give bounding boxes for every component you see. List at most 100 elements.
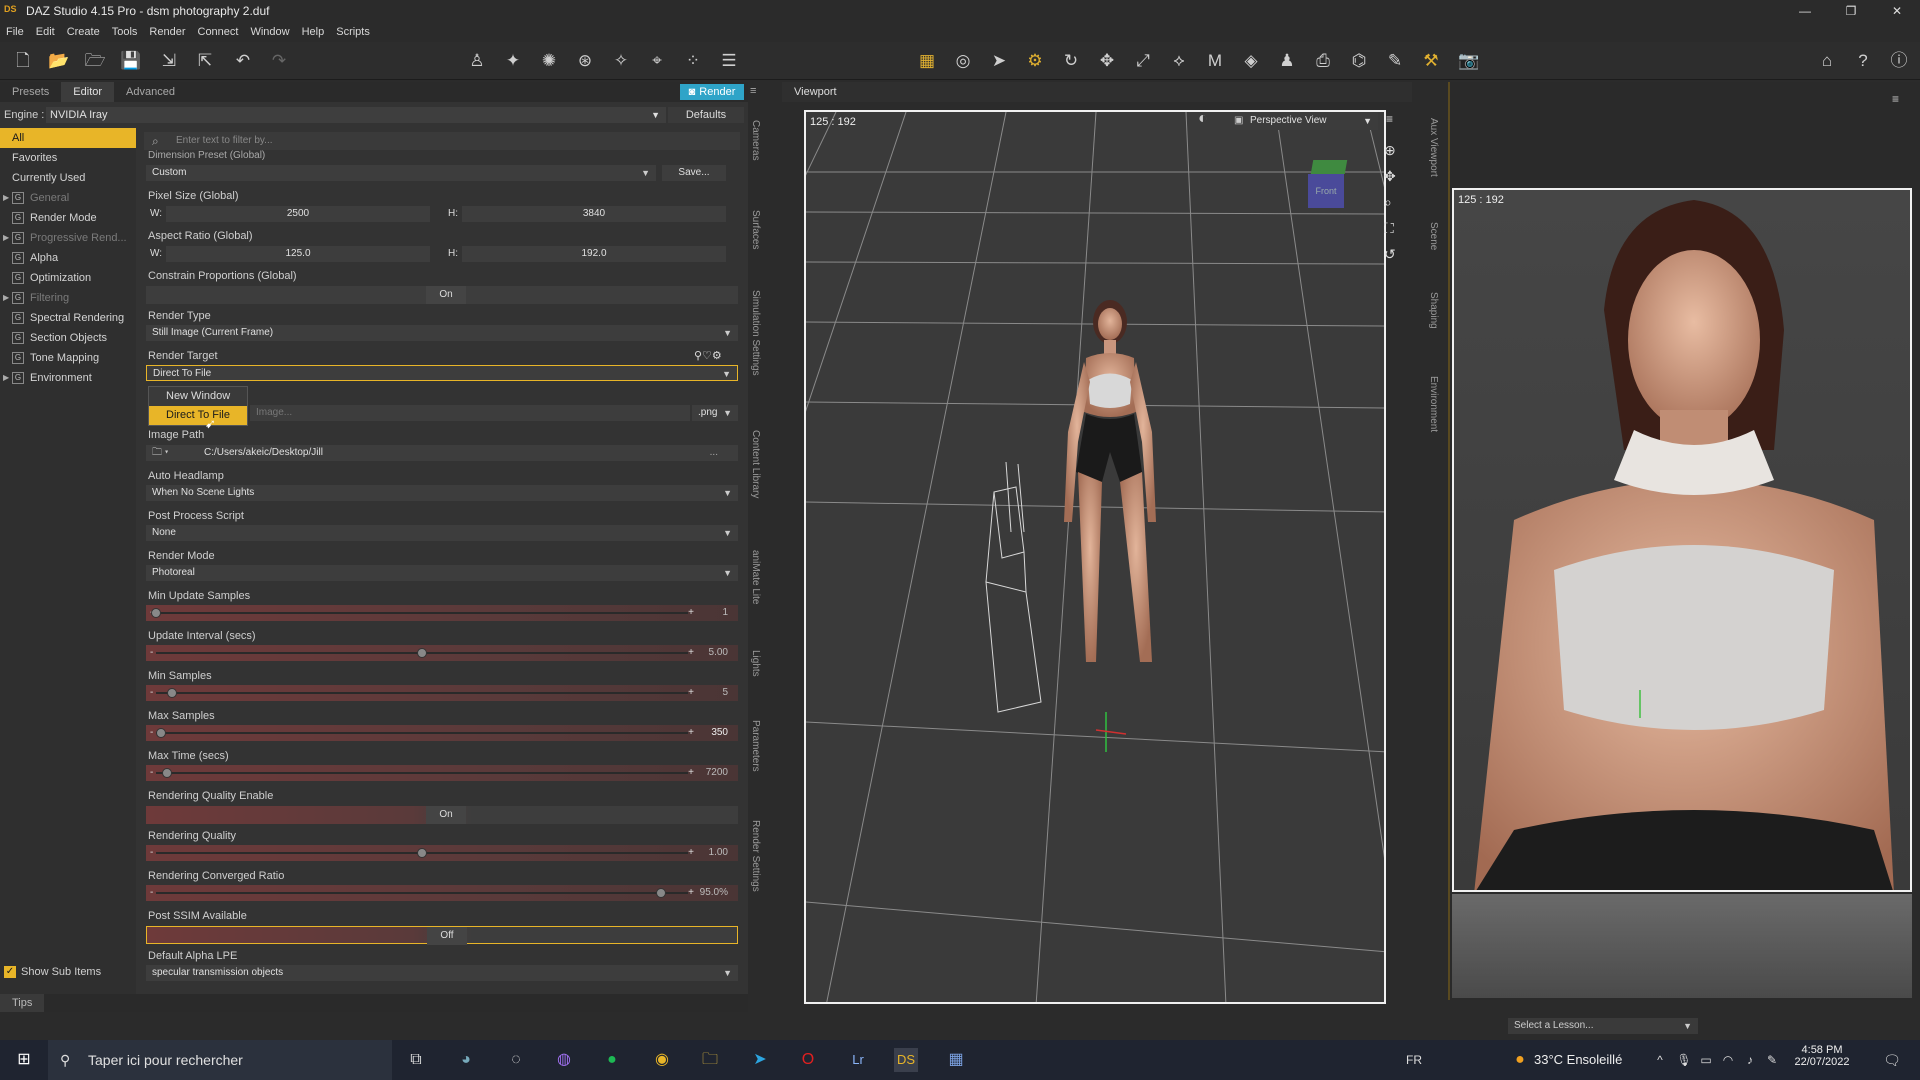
node-select-icon[interactable]: ◎ (952, 50, 974, 72)
whats-this-icon[interactable]: ? (1852, 50, 1874, 72)
expand-arrow-icon[interactable]: ▶ (3, 188, 9, 208)
tab-advanced[interactable]: Advanced (114, 82, 187, 102)
slider-knob[interactable] (151, 608, 161, 618)
pixel-width-input[interactable]: 2500 (166, 206, 430, 222)
brush-tool-icon[interactable]: ✎ (1384, 50, 1406, 72)
microphone-icon[interactable]: 🎙 (1672, 1048, 1696, 1072)
pan-icon[interactable]: ✥ (1384, 168, 1396, 185)
category-item[interactable]: G Render Mode (0, 208, 136, 228)
file-explorer-icon[interactable]: 🗀 (698, 1048, 722, 1072)
checkbox-checked-icon[interactable]: ✓ (4, 966, 16, 978)
slider-knob[interactable] (161, 768, 172, 778)
camera-create-icon[interactable]: ⌖ (646, 50, 668, 72)
distant-light-icon[interactable]: ✧ (610, 50, 632, 72)
category-item[interactable]: Favorites (0, 148, 136, 168)
telegram-icon[interactable]: ➤ (748, 1048, 772, 1072)
menu-connect[interactable]: Connect (198, 26, 239, 38)
ssim-toggle[interactable]: Off (146, 926, 738, 945)
slider-knob[interactable] (417, 648, 427, 658)
category-item[interactable]: G Alpha (0, 248, 136, 268)
menu-window[interactable]: Window (250, 26, 289, 38)
calculator-icon[interactable]: ▦ (944, 1048, 968, 1072)
expand-arrow-icon[interactable]: ▶ (3, 228, 9, 248)
show-sub-items[interactable]: ✓ Show Sub Items (4, 966, 101, 978)
side-tab-right[interactable]: Aux Viewport (1428, 118, 1439, 177)
render-camera-icon[interactable]: 📷 (1458, 50, 1480, 72)
view-cube-front[interactable]: Front (1308, 174, 1344, 208)
lesson-select[interactable]: Select a Lesson... ▼ (1508, 1018, 1698, 1034)
null-icon[interactable]: ⁘ (682, 50, 704, 72)
category-item[interactable]: All (0, 128, 136, 148)
help-icon[interactable]: ⓘ (1888, 50, 1910, 72)
chrome-icon[interactable]: ◉ (650, 1048, 674, 1072)
update-interval-value[interactable]: 5.00 (709, 645, 728, 661)
category-item[interactable]: G Spectral Rendering (0, 308, 136, 328)
browse-button[interactable]: ... (710, 445, 718, 461)
side-tab-right[interactable]: Scene (1428, 222, 1439, 250)
save-icon[interactable]: 💾 (120, 50, 142, 72)
slider-knob[interactable] (417, 848, 427, 858)
minus-icon[interactable]: - (150, 725, 153, 741)
messenger-icon[interactable]: ◍ (552, 1048, 576, 1072)
render-settings-icon[interactable]: ⚒ (1420, 50, 1442, 72)
slider-knob[interactable] (156, 728, 167, 738)
task-view-icon[interactable]: ⧉ (404, 1048, 428, 1072)
pane-menu-icon[interactable]: ≡ (750, 85, 756, 97)
rotate-tool-icon[interactable]: ↻ (1060, 50, 1082, 72)
spotlight-icon[interactable]: ✦ (502, 50, 524, 72)
menu-edit[interactable]: Edit (36, 26, 55, 38)
joint-tool-icon[interactable]: ⟡ (1168, 50, 1190, 72)
viewport-tab[interactable]: Viewport (794, 86, 837, 98)
tray-chevron-icon[interactable]: ^ (1648, 1048, 1672, 1072)
notification-icon[interactable]: 🗨 (1880, 1048, 1904, 1072)
orbit-icon[interactable]: ⊕ (1384, 142, 1396, 159)
side-tab-left[interactable]: Parameters (750, 720, 761, 772)
category-item[interactable]: G Optimization (0, 268, 136, 288)
render-button[interactable]: ◙ Render (680, 84, 744, 100)
view-cube[interactable]: Front (1304, 160, 1350, 216)
minus-icon[interactable]: - (150, 685, 153, 701)
pointer-icon[interactable]: ➤ (988, 50, 1010, 72)
plus-icon[interactable]: + (688, 765, 694, 781)
viewport-canvas[interactable] (804, 110, 1386, 1004)
defaults-button[interactable]: Defaults (668, 107, 744, 123)
menu-scripts[interactable]: Scripts (336, 26, 370, 38)
viewport-menu-icon[interactable]: ≡ (1386, 112, 1393, 126)
plus-icon[interactable]: + (688, 645, 694, 661)
prop-wireframe[interactable] (985, 461, 1042, 713)
slider-knob[interactable] (166, 688, 177, 698)
wifi-icon[interactable]: ◠ (1716, 1048, 1740, 1072)
min-update-value[interactable]: 1 (722, 605, 728, 621)
category-item[interactable]: ▶ G Filtering (0, 288, 136, 308)
min-samples-value[interactable]: 5 (722, 685, 728, 701)
pixel-height-input[interactable]: 3840 (462, 206, 726, 222)
aux-menu-icon[interactable]: ≡ (1892, 92, 1899, 106)
side-tab-left[interactable]: Simulation Settings (750, 290, 761, 376)
filter-input[interactable]: ⌕ Enter text to filter by... (144, 132, 740, 150)
tab-editor[interactable]: Editor (61, 82, 115, 102)
conv-value[interactable]: 95.0% (700, 885, 728, 901)
favorite-icons[interactable]: ⚲♡⚙ (694, 349, 722, 362)
volume-icon[interactable]: ♪ (1738, 1048, 1762, 1072)
update-interval-slider[interactable]: - +5.00 (146, 645, 738, 661)
undo-icon[interactable]: ↶ (232, 50, 254, 72)
draw-style-icon[interactable]: ◐ (1198, 110, 1208, 128)
new-file-icon[interactable]: 🗋 (12, 50, 34, 72)
lightroom-icon[interactable]: Lr (846, 1048, 870, 1072)
rq-enable-toggle[interactable]: On (146, 806, 738, 824)
battery-icon[interactable]: ▭ (1694, 1048, 1718, 1072)
category-item[interactable]: ▶ G Environment (0, 368, 136, 388)
view-cube-top[interactable] (1310, 160, 1348, 174)
plus-icon[interactable]: + (688, 845, 694, 861)
scale-tool-icon[interactable]: ⤢ (1132, 50, 1154, 72)
opera-icon[interactable]: O (796, 1048, 820, 1072)
save-preset-button[interactable]: Save... (662, 165, 726, 181)
app-icon-2[interactable]: ◌ (504, 1048, 528, 1072)
spot-render-icon[interactable]: ⌬ (1348, 50, 1370, 72)
frame-icon[interactable]: ⛶ (1384, 220, 1394, 237)
menu-lines-icon[interactable]: ☰ (718, 50, 740, 72)
minus-icon[interactable]: - (150, 645, 153, 661)
render-target-select[interactable]: Direct To File ▼ (146, 365, 738, 381)
plus-icon[interactable]: + (688, 725, 694, 741)
perspective-view-select[interactable]: ▣ Perspective View ▼ (1230, 112, 1378, 130)
